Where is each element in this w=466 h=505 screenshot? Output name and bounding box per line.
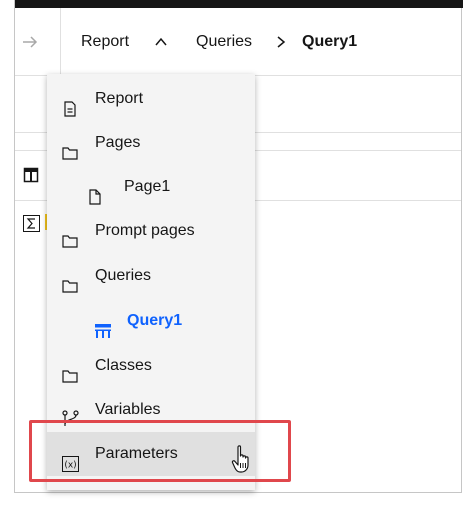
breadcrumb-queries[interactable]: Queries (196, 30, 252, 54)
menu-item-label: Classes (95, 357, 152, 374)
document-icon (62, 91, 78, 117)
table-icon[interactable] (23, 167, 39, 183)
breadcrumb-query1[interactable]: Query1 (302, 30, 357, 54)
menu-item-queries[interactable]: Queries (47, 254, 255, 298)
folder-icon (62, 223, 78, 248)
menu-item-label: Report (95, 90, 144, 107)
folder-icon (62, 358, 78, 383)
menu-item-label: Query1 (127, 312, 183, 329)
menu-item-query1[interactable]: Query1 (47, 299, 255, 343)
folder-icon (62, 268, 78, 293)
menu-item-pages[interactable]: Pages (47, 121, 255, 165)
menu-item-label: Page1 (124, 178, 171, 195)
menu-item-label: Prompt pages (95, 222, 195, 239)
page-icon (87, 179, 103, 205)
menu-item-prompt-pages[interactable]: Prompt pages (47, 209, 255, 253)
chevron-up-icon[interactable] (154, 35, 168, 49)
chevron-right-icon (275, 35, 287, 49)
summation-icon[interactable] (23, 215, 40, 232)
menu-item-page1[interactable]: Page1 (47, 165, 255, 209)
folder-icon (62, 135, 78, 160)
menu-item-label: Pages (95, 134, 141, 151)
query-table-icon (94, 313, 111, 338)
arrow-right-icon[interactable] (21, 30, 41, 54)
menu-item-label: Queries (95, 267, 152, 284)
breadcrumb-report[interactable]: Report (81, 30, 129, 54)
breadcrumb: Report Queries Query1 (15, 8, 461, 76)
menu-item-report[interactable]: Report (47, 77, 255, 121)
menu-item-classes[interactable]: Classes (47, 344, 255, 388)
top-bar (15, 0, 463, 8)
hand-cursor-icon (231, 444, 255, 474)
branch-icon (62, 402, 79, 426)
divider (60, 8, 61, 76)
